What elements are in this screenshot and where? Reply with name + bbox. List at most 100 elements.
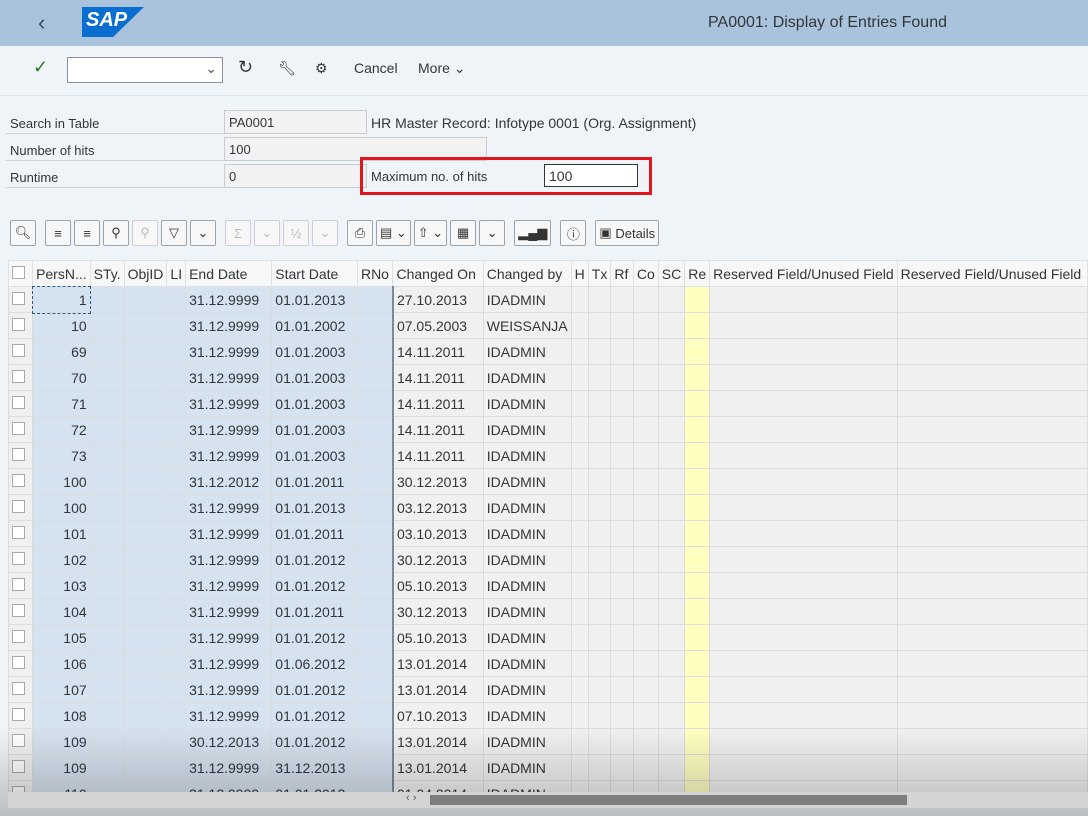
row-checkbox[interactable]: [8, 728, 34, 755]
table-row[interactable]: 103 31.12.9999 01.01.2012 05.10.2013 IDADMIN: [8, 572, 1088, 599]
settings-icon[interactable]: ⚙: [315, 60, 328, 77]
column-header[interactable]: SC: [657, 260, 686, 287]
row-checkbox[interactable]: [8, 364, 34, 391]
table-cell: [89, 754, 125, 781]
filter-icon[interactable]: ▽: [161, 220, 187, 246]
table-cell: [896, 624, 1088, 651]
column-header[interactable]: Co: [632, 260, 659, 287]
check-icon[interactable]: ✓: [33, 57, 48, 78]
column-header[interactable]: Re: [684, 260, 711, 287]
table-row[interactable]: 72 31.12.9999 01.01.2003 14.11.2011 IDADMIN: [8, 416, 1088, 443]
table-row[interactable]: 1 31.12.9999 01.01.2013 27.10.2013 IDADMIN: [8, 285, 1088, 314]
export-icon[interactable]: ⇧ ⌄: [413, 220, 448, 246]
table-row[interactable]: 104 31.12.9999 01.01.2011 30.12.2013 IDADMIN: [8, 598, 1088, 625]
table-row[interactable]: 73 31.12.9999 01.01.2003 14.11.2011 IDADMIN: [8, 442, 1088, 469]
row-checkbox[interactable]: [8, 702, 34, 729]
column-header[interactable]: End Date: [185, 260, 273, 287]
column-header[interactable]: PersN...: [32, 260, 91, 287]
table-row[interactable]: 109 30.12.2013 01.01.2012 13.01.2014 IDADMIN: [8, 728, 1088, 755]
table-cell: [123, 728, 168, 755]
column-header[interactable]: Changed On: [392, 260, 484, 287]
zoom-details-icon[interactable]: 🔍︎: [10, 220, 36, 246]
column-header[interactable]: Reserved Field/Unused Field: [709, 260, 898, 287]
table-row[interactable]: 101 31.12.9999 01.01.2011 03.10.2013 IDADMIN: [8, 520, 1088, 547]
column-header[interactable]: LI: [166, 260, 187, 287]
table-cell: [123, 546, 168, 573]
table-row[interactable]: 110 31.12.999901.01.2013 01.04.2014IDADMIN: [8, 780, 1088, 792]
table-row[interactable]: 100 31.12.9999 01.01.2013 03.12.2013 IDADMIN: [8, 494, 1088, 521]
table-cell: 01.01.2011: [271, 468, 358, 495]
table-cell: [610, 728, 634, 755]
more-button[interactable]: More ⌄: [418, 60, 466, 77]
row-checkbox[interactable]: [8, 390, 34, 417]
table-cell: [570, 728, 589, 755]
row-checkbox[interactable]: [8, 676, 34, 703]
wrench-icon[interactable]: 🔧︎: [278, 60, 296, 77]
row-checkbox[interactable]: [8, 312, 34, 339]
table-cell: [570, 546, 589, 573]
table-row[interactable]: 70 31.12.9999 01.01.2003 14.11.2011 IDADMIN: [8, 364, 1088, 391]
table-row[interactable]: 108 31.12.9999 01.01.2012 07.10.2013 IDADMIN: [8, 702, 1088, 729]
table-cell: [657, 728, 686, 755]
column-header[interactable]: ObjID: [123, 260, 168, 287]
table-row[interactable]: 107 31.12.9999 01.01.2012 13.01.2014 IDADMIN: [8, 676, 1088, 703]
print-icon[interactable]: ⎙: [347, 220, 373, 246]
column-header[interactable]: Tx: [587, 260, 612, 287]
row-checkbox[interactable]: [8, 468, 34, 495]
scrollbar-thumb[interactable]: [430, 795, 907, 805]
row-checkbox[interactable]: [8, 286, 34, 313]
back-icon[interactable]: ‹: [38, 10, 45, 36]
row-checkbox[interactable]: [8, 442, 34, 469]
sort-descending-icon[interactable]: ≡: [74, 220, 100, 246]
row-checkbox[interactable]: [8, 338, 34, 365]
refresh-icon[interactable]: ↻: [238, 57, 253, 78]
column-header[interactable]: Reserved Field/Unused Field: [896, 260, 1088, 287]
sort-ascending-icon[interactable]: ≡: [45, 220, 71, 246]
horizontal-scrollbar[interactable]: ‹ ›: [8, 792, 1088, 808]
max-hits-input[interactable]: 100: [544, 164, 638, 187]
row-checkbox[interactable]: [8, 598, 34, 625]
layout-dropdown-icon[interactable]: ⌄: [479, 220, 506, 246]
table-row[interactable]: 71 31.12.9999 01.01.2003 14.11.2011 IDADMIN: [8, 390, 1088, 417]
table-cell: [684, 338, 711, 365]
table-row[interactable]: 106 31.12.9999 01.06.2012 13.01.2014 IDADMIN: [8, 650, 1088, 677]
table-cell: [123, 520, 168, 547]
table-row[interactable]: 100 31.12.2012 01.01.2011 30.12.2013 IDADMIN: [8, 468, 1088, 495]
info-icon[interactable]: ⓘ: [560, 220, 587, 246]
column-header[interactable]: H: [570, 260, 589, 287]
column-header[interactable]: STy.: [89, 260, 125, 287]
table-row[interactable]: 105 31.12.9999 01.01.2012 05.10.2013 IDADMIN: [8, 624, 1088, 651]
row-checkbox[interactable]: [8, 494, 34, 521]
table-cell: 31.12.9999: [185, 338, 273, 365]
row-checkbox[interactable]: [8, 624, 34, 651]
row-checkbox[interactable]: [8, 650, 34, 677]
layout-icon[interactable]: ▦: [450, 220, 477, 246]
row-checkbox[interactable]: [8, 780, 34, 792]
table-cell: [587, 442, 612, 469]
row-checkbox[interactable]: [8, 416, 34, 443]
column-header[interactable]: Rf: [610, 260, 634, 287]
table-row[interactable]: 10 31.12.9999 01.01.2002 07.05.2003 WEISSANJ…: [8, 312, 1088, 339]
table-row[interactable]: 109 31.12.9999 31.12.2013 13.01.2014 IDADMIN: [8, 754, 1088, 781]
chart-icon[interactable]: ▂▄▆: [514, 220, 552, 246]
command-field[interactable]: ⌄: [67, 57, 223, 83]
table-cell: [587, 702, 612, 729]
cancel-button[interactable]: Cancel: [354, 60, 398, 76]
table-cell: [166, 702, 187, 729]
column-header[interactable]: Start Date: [271, 260, 358, 287]
find-icon[interactable]: ⚲: [103, 220, 129, 246]
table-row[interactable]: 69 31.12.9999 01.01.2003 14.11.2011 IDADMIN: [8, 338, 1088, 365]
filter-dropdown-icon[interactable]: ⌄: [190, 220, 216, 246]
row-checkbox[interactable]: [8, 754, 34, 781]
details-button[interactable]: ▣ Details: [595, 220, 660, 246]
table-row[interactable]: 102 31.12.9999 01.01.2012 30.12.2013 IDADMIN: [8, 546, 1088, 573]
views-icon[interactable]: ▤ ⌄: [376, 220, 411, 246]
select-all-checkbox[interactable]: [8, 260, 34, 287]
row-checkbox[interactable]: [8, 572, 34, 599]
scroll-arrows-icon[interactable]: ‹ ›: [406, 792, 416, 804]
column-header[interactable]: RNo: [356, 260, 394, 287]
row-checkbox[interactable]: [8, 520, 34, 547]
row-checkbox[interactable]: [8, 546, 34, 573]
table-cell: 14.11.2011: [392, 364, 484, 391]
column-header[interactable]: Changed by: [482, 260, 572, 287]
